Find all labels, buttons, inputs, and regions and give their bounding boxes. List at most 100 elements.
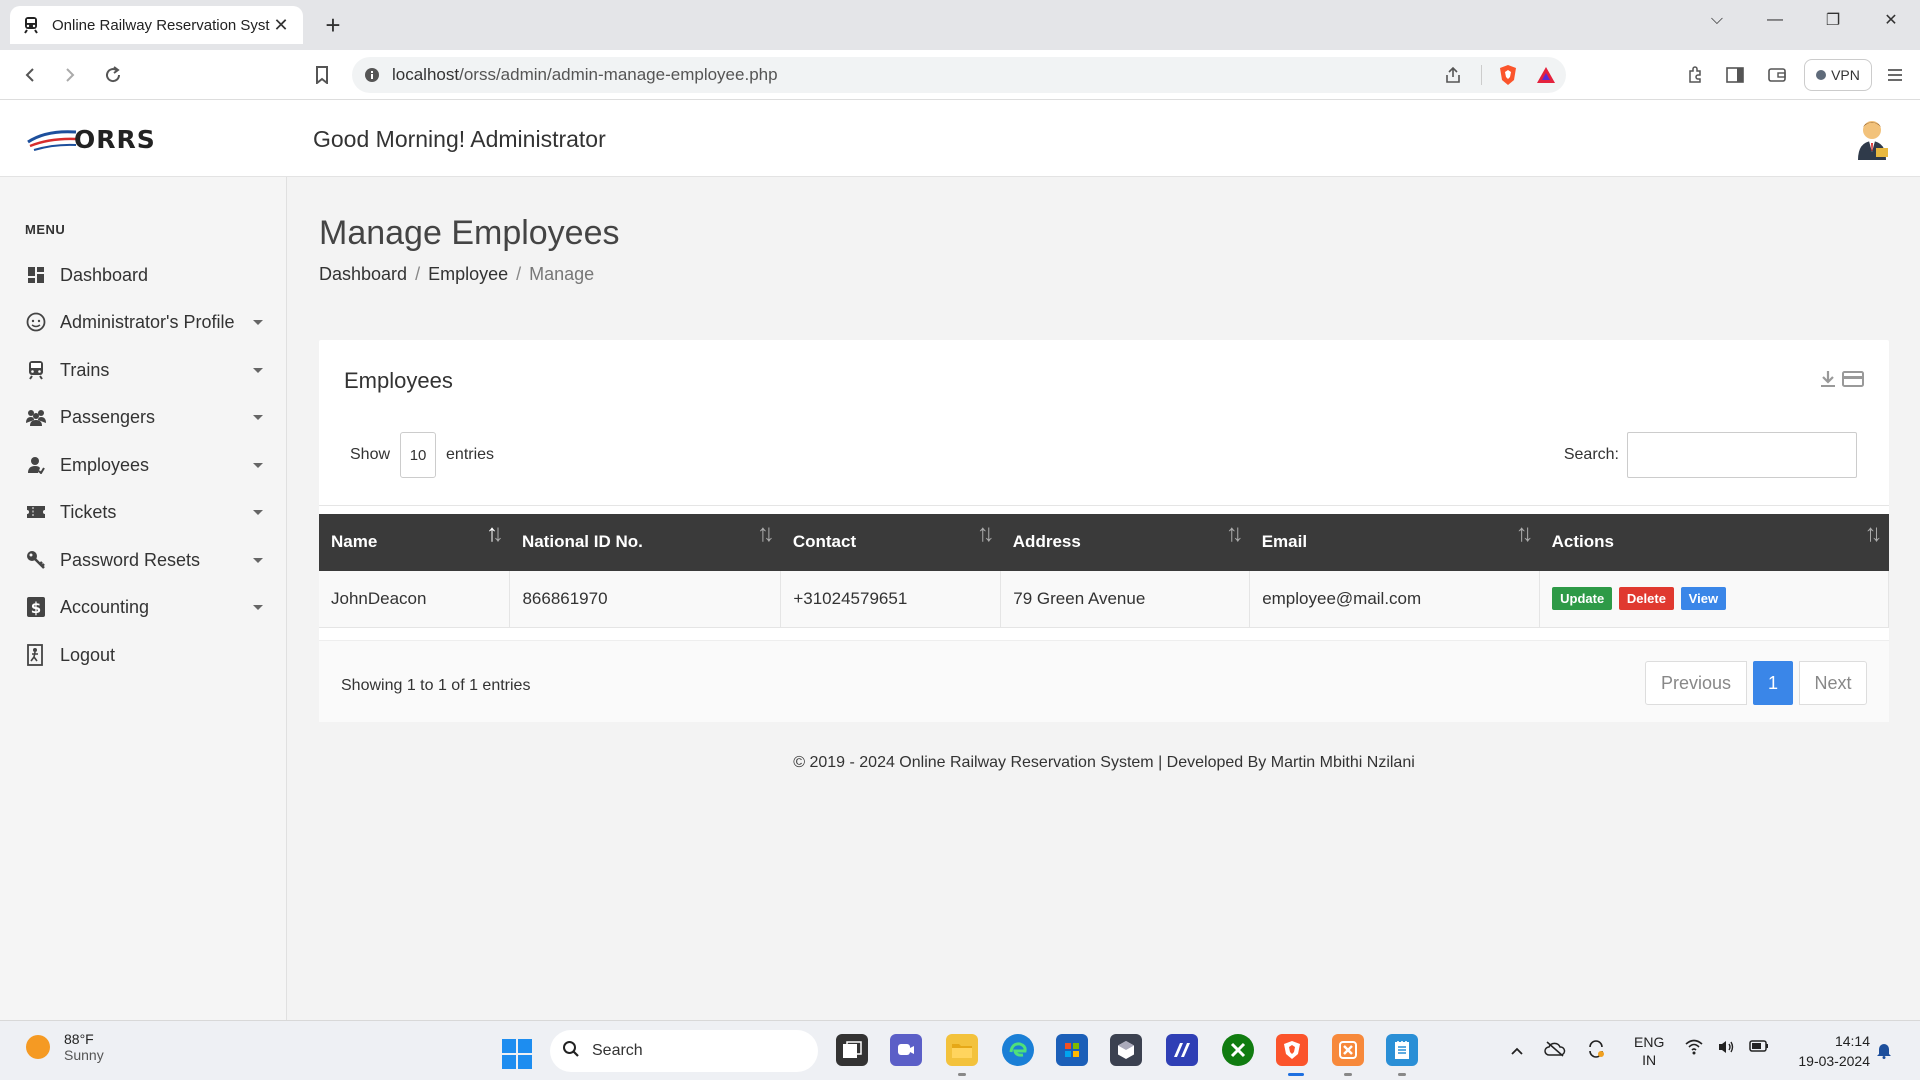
browser-tab[interactable]: Online Railway Reservation Syst ✕: [10, 6, 303, 44]
task-view-icon[interactable]: [836, 1034, 868, 1066]
weather-widget[interactable]: 88°F Sunny: [26, 1031, 104, 1063]
windows-start-icon[interactable]: [502, 1039, 532, 1069]
table-footer: Showing 1 to 1 of 1 entries Previous 1 N…: [319, 640, 1889, 722]
clock-date: 19-03-2024: [1798, 1053, 1870, 1069]
sidebar-item-label: Logout: [60, 644, 116, 665]
unity-hub-icon[interactable]: [1110, 1034, 1142, 1066]
column-header-national-id[interactable]: National ID No. ↑↓: [509, 514, 781, 571]
back-icon[interactable]: [15, 60, 45, 90]
site-info-icon[interactable]: [352, 67, 392, 83]
cell-national-id: 866861970: [509, 571, 782, 628]
file-explorer-icon[interactable]: [946, 1034, 978, 1066]
language-indicator[interactable]: ENG IN: [1634, 1033, 1664, 1069]
code-editor-icon[interactable]: [1166, 1034, 1198, 1066]
sidebar-item-passengers[interactable]: Passengers: [25, 400, 265, 434]
sidebar-item-label: Trains: [60, 359, 110, 380]
system-tray: [1510, 1039, 1606, 1064]
brave-shield-icon[interactable]: [1490, 64, 1526, 86]
notification-bell-icon[interactable]: [1876, 1041, 1892, 1064]
download-icon[interactable]: [1820, 370, 1836, 393]
entries-label: entries: [446, 446, 495, 463]
teams-chat-icon[interactable]: [890, 1034, 922, 1066]
brave-browser-icon[interactable]: [1276, 1034, 1308, 1066]
tab-search-icon[interactable]: ⌵: [1688, 0, 1746, 40]
vpn-label: VPN: [1831, 67, 1860, 83]
minimize-icon[interactable]: —: [1746, 0, 1804, 40]
delete-button[interactable]: Delete: [1618, 587, 1674, 611]
browser-toolbar: localhost/orss/admin/admin-manage-employ…: [0, 50, 1920, 100]
vpn-status-icon: [1816, 70, 1827, 80]
restore-icon[interactable]: ❐: [1804, 0, 1862, 40]
reload-icon[interactable]: [98, 60, 128, 90]
taskbar-search[interactable]: Search: [550, 1030, 818, 1072]
sidebar-item-accounting[interactable]: $ Accounting: [25, 590, 265, 624]
show-hidden-icons-icon[interactable]: [1510, 1043, 1524, 1061]
card-view-icon[interactable]: [1842, 370, 1864, 393]
edge-browser-icon[interactable]: [1002, 1034, 1034, 1066]
search-control: Search:: [1564, 432, 1857, 478]
browser-tab-bar: Online Railway Reservation Syst ✕ + ⌵ — …: [0, 0, 1920, 50]
chevron-down-icon: [253, 604, 263, 610]
new-tab-button[interactable]: +: [318, 10, 348, 40]
sidebar-item-dashboard[interactable]: Dashboard: [25, 258, 265, 292]
xbox-icon[interactable]: [1222, 1034, 1254, 1066]
vpn-button[interactable]: VPN: [1804, 59, 1872, 91]
search-input[interactable]: [1627, 432, 1857, 478]
sidebar-toggle-icon[interactable]: [1720, 60, 1750, 90]
weather-condition: Sunny: [64, 1047, 104, 1063]
sidebar-item-administrators-profile[interactable]: Administrator's Profile: [25, 305, 265, 339]
column-header-name[interactable]: Name ↑↓: [319, 514, 510, 571]
column-header-address[interactable]: Address ↑↓: [1000, 514, 1250, 571]
sidebar-item-password-resets[interactable]: Password Resets: [25, 543, 265, 577]
forward-icon[interactable]: [55, 60, 85, 90]
sidebar-item-trains[interactable]: Trains: [25, 353, 265, 387]
bookmark-icon[interactable]: [307, 60, 337, 90]
sidebar-item-employees[interactable]: Employees: [25, 448, 265, 482]
microsoft-store-icon[interactable]: [1056, 1034, 1088, 1066]
sidebar-item-tickets[interactable]: Tickets: [25, 495, 265, 529]
entries-select[interactable]: 10: [400, 432, 437, 478]
address-bar[interactable]: localhost/orss/admin/admin-manage-employ…: [352, 57, 1566, 93]
breadcrumb-dashboard[interactable]: Dashboard: [319, 264, 407, 285]
quick-settings[interactable]: [1685, 1039, 1769, 1060]
extensions-icon[interactable]: [1680, 60, 1710, 90]
breadcrumb-employee[interactable]: Employee: [428, 264, 508, 285]
previous-page-button[interactable]: Previous: [1645, 661, 1747, 705]
update-button[interactable]: Update: [1552, 587, 1613, 611]
page-1-button[interactable]: 1: [1753, 661, 1793, 705]
breadcrumb: Dashboard / Employee / Manage: [319, 264, 594, 285]
brave-rewards-icon[interactable]: [1526, 66, 1566, 84]
svg-text:$: $: [31, 599, 41, 617]
clock-time: 14:14: [1834, 1033, 1870, 1049]
taskbar: 88°F Sunny Search ENG IN 14:14 19-03-202…: [0, 1020, 1920, 1080]
menu-icon[interactable]: [1880, 60, 1910, 90]
xampp-icon[interactable]: [1332, 1034, 1364, 1066]
chevron-down-icon: [253, 462, 263, 468]
employees-table: Name ↑↓ National ID No. ↑↓ Contact ↑↓ Addre…: [319, 514, 1889, 628]
column-header-actions[interactable]: Actions ↑↓: [1539, 514, 1889, 571]
wallet-icon[interactable]: [1762, 60, 1792, 90]
close-tab-icon[interactable]: ✕: [271, 15, 291, 35]
app-header: ORRS Good Morning! Administrator: [0, 100, 1920, 177]
sync-icon[interactable]: [1586, 1039, 1606, 1064]
search-label: Search:: [1563, 446, 1619, 463]
sort-icon: ↑↓: [756, 520, 775, 547]
sort-icon: ↑↓: [1225, 520, 1244, 547]
onedrive-icon[interactable]: [1544, 1041, 1566, 1062]
close-window-icon[interactable]: ✕: [1862, 0, 1920, 40]
orrs-logo[interactable]: ORRS: [26, 124, 156, 154]
column-header-contact[interactable]: Contact ↑↓: [780, 514, 1001, 571]
notepad-icon[interactable]: [1386, 1034, 1418, 1066]
sidebar: MENU Dashboard Administrator's Profile T…: [0, 177, 287, 1020]
greeting-text: Good Morning! Administrator: [313, 126, 606, 152]
sort-icon: ↑↓: [1515, 520, 1534, 547]
column-header-email[interactable]: Email ↑↓: [1249, 514, 1540, 571]
view-button[interactable]: View: [1680, 587, 1727, 611]
sidebar-item-label: Dashboard: [60, 264, 149, 285]
system-clock[interactable]: 14:14 19-03-2024: [1780, 1031, 1870, 1071]
sidebar-item-logout[interactable]: Logout: [25, 638, 265, 672]
cell-actions: Update Delete View: [1539, 571, 1889, 628]
admin-avatar[interactable]: [1852, 118, 1892, 160]
share-icon[interactable]: [1433, 66, 1473, 84]
next-page-button[interactable]: Next: [1799, 661, 1867, 705]
